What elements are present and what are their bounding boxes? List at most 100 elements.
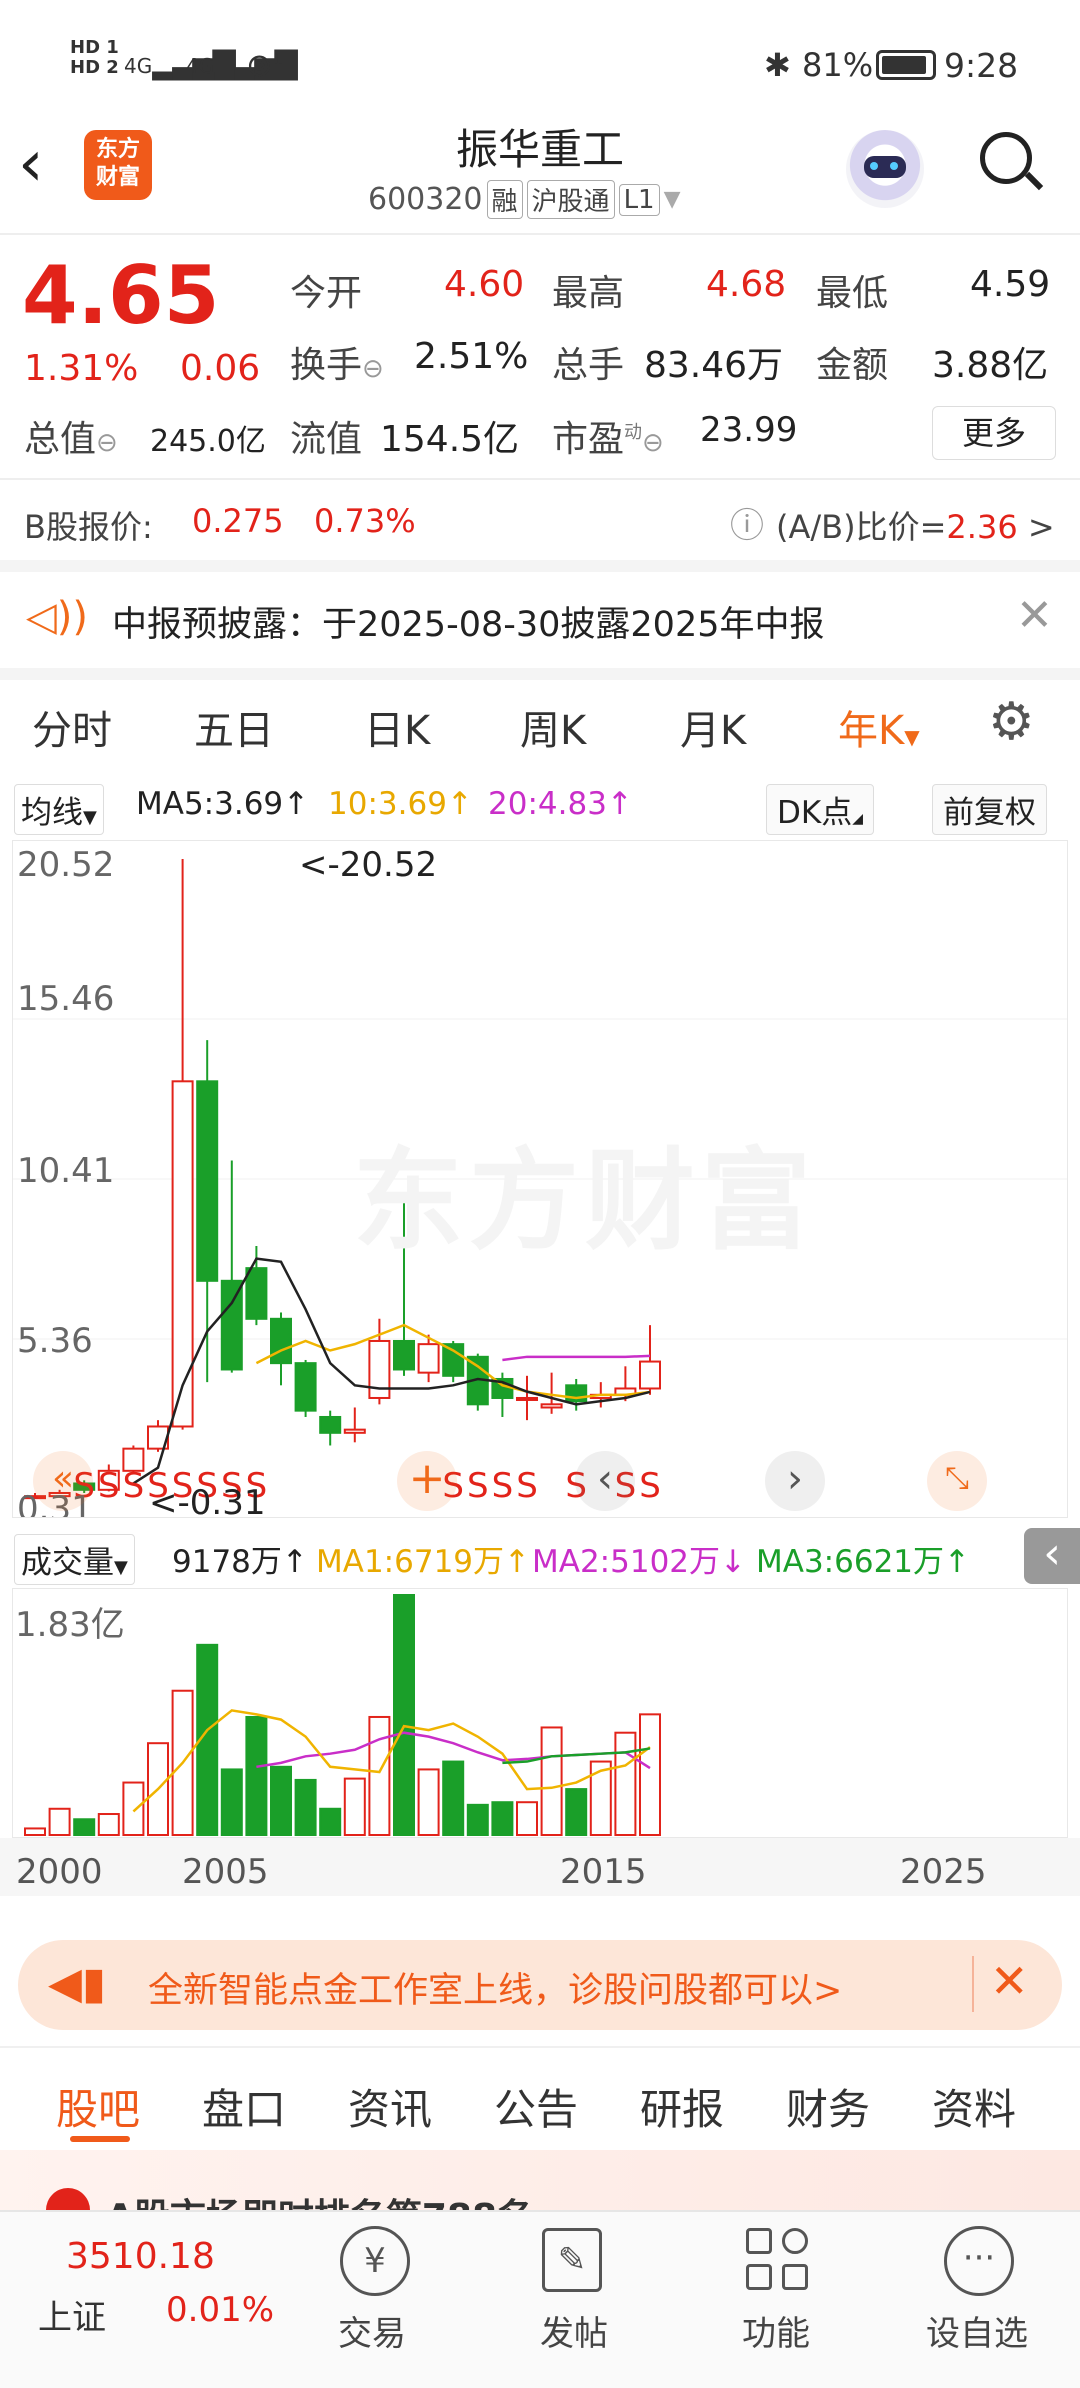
x-tick: 2025	[900, 1852, 987, 1892]
tab-yearly-k[interactable]: 年K▼	[838, 698, 920, 756]
volume-bar	[589, 1760, 612, 1836]
edit-icon[interactable]: ✎	[542, 2228, 602, 2292]
tab-five-day[interactable]: 五日	[194, 698, 274, 756]
tab-announcements[interactable]: 公告	[494, 2076, 578, 2137]
zoom-in-icon[interactable]: +	[397, 1451, 457, 1511]
tab-orderbook[interactable]: 盘口	[202, 2076, 286, 2137]
volume-bar	[393, 1594, 415, 1836]
robot-assistant-icon[interactable]	[846, 130, 924, 208]
chevron-left-icon[interactable]: ‹	[575, 1451, 635, 1511]
mktcap-value: 245.0亿	[150, 424, 266, 459]
float-value: 154.5亿	[380, 419, 520, 460]
trade-icon[interactable]: ¥	[340, 2226, 410, 2296]
x-axis: 2000 2005 2015 2025	[0, 1838, 1080, 1896]
high-label: 最高	[552, 273, 625, 314]
bshare-pct: 0.73%	[314, 502, 416, 540]
volume-bar	[491, 1801, 514, 1837]
grid-icon[interactable]	[746, 2228, 812, 2294]
volume-bar	[294, 1778, 317, 1836]
adjust-toggle[interactable]: 前复权	[932, 784, 1047, 835]
low-value: 4.59	[970, 264, 1051, 305]
candle-body	[417, 1343, 440, 1374]
tab-monthly-k[interactable]: 月K	[680, 698, 746, 756]
promo-banner[interactable]: ◀▮ 全新智能点金工作室上线，诊股问股都可以> ✕	[18, 1940, 1062, 2030]
low-label: 最低	[816, 273, 889, 314]
chevron-right-icon[interactable]: ›	[765, 1451, 825, 1511]
kline-chart[interactable]: SSSSSSSSSSSSSSS 东方财富 20.52 15.46 10.41 5…	[12, 840, 1068, 1518]
collapse-panel-button[interactable]: ‹	[1024, 1528, 1080, 1584]
volume-bar	[24, 1827, 46, 1837]
float-label: 流值	[290, 419, 363, 460]
watchlist-label[interactable]: 设自选	[926, 2306, 1028, 2355]
stock-code: 600320	[368, 182, 483, 217]
tab-research[interactable]: 研报	[640, 2076, 724, 2137]
info-icon[interactable]: ⊖	[642, 428, 664, 458]
ranking-peek[interactable]: A股市场即时排名第788名	[0, 2150, 1080, 2210]
tab-financials[interactable]: 财务	[786, 2076, 870, 2137]
sell-signal: S	[98, 1466, 120, 1506]
volume-toggle[interactable]: 成交量▼	[14, 1534, 135, 1585]
expand-icon[interactable]: ⤡	[927, 1451, 987, 1511]
ma10-value: 10:3.69↑	[328, 786, 473, 822]
ab-ratio[interactable]: (A/B)比价=2.36 >	[776, 502, 1055, 548]
function-label[interactable]: 功能	[742, 2306, 810, 2355]
last-price: 4.65	[22, 249, 220, 342]
close-icon[interactable]: ✕	[990, 1954, 1029, 2008]
info-icon[interactable]: ⊖	[96, 428, 118, 458]
tab-intraday[interactable]: 分时	[32, 698, 112, 756]
index-value[interactable]: 3510.18	[66, 2236, 215, 2277]
badge-level[interactable]: L1	[618, 183, 660, 216]
gear-icon[interactable]: ⚙	[988, 692, 1035, 752]
tab-news[interactable]: 资讯	[348, 2076, 432, 2137]
more-dots-icon[interactable]: ···	[944, 2226, 1014, 2296]
amount-value: 3.88亿	[932, 345, 1049, 386]
section-gap	[0, 560, 1080, 572]
ma-legend: 均线▼ MA5:3.69↑ 10:3.69↑ 20:4.83↑ DK点◢ 前复权	[0, 776, 1080, 836]
ma-toggle[interactable]: 均线▼	[14, 784, 104, 835]
more-button[interactable]: 更多	[932, 406, 1056, 460]
close-icon[interactable]: ✕	[1016, 590, 1053, 641]
tab-weekly-k[interactable]: 周K	[520, 698, 586, 756]
bshare-price: 0.275	[192, 502, 284, 540]
notice-bar[interactable]: ◁)) 中报预披露：于2025-08-30披露2025年中报 ✕	[0, 572, 1080, 668]
trade-label[interactable]: 交易	[338, 2306, 406, 2355]
sell-signal: S	[492, 1466, 514, 1506]
battery-percent: 81%	[802, 46, 874, 84]
ma20-line	[502, 1354, 651, 1362]
volume-chart[interactable]: 1.83亿	[12, 1588, 1068, 1838]
help-icon[interactable]: ⓘ	[730, 498, 764, 547]
badge-margin: 融	[486, 180, 523, 219]
sell-signal: S	[516, 1466, 538, 1506]
megaphone-icon: ◀▮	[48, 1958, 107, 2009]
tab-daily-k[interactable]: 日K	[364, 698, 430, 756]
candle-body	[294, 1362, 317, 1412]
min-price-marker: <-0.31	[149, 1483, 266, 1518]
volume-bar	[343, 1777, 366, 1836]
volume-svg	[24, 1594, 661, 1837]
info-icon[interactable]: ⊖	[362, 354, 384, 384]
x-tick: 2015	[560, 1852, 647, 1892]
rewind-icon[interactable]: «	[33, 1451, 93, 1511]
bluetooth-icon: ✱	[764, 46, 791, 84]
tab-profile[interactable]: 资料	[932, 2076, 1016, 2137]
candle-body	[393, 1339, 415, 1371]
price-tick: 15.46	[17, 979, 115, 1019]
tab-forum[interactable]: 股吧	[56, 2076, 140, 2137]
chevron-down-icon[interactable]: ▼	[664, 187, 681, 212]
amount-label: 金额	[816, 345, 889, 386]
ma5-value: MA5:3.69↑	[136, 786, 310, 822]
volume-bar	[442, 1760, 465, 1836]
candle-body	[319, 1415, 342, 1434]
candle-body	[540, 1403, 563, 1409]
post-label[interactable]: 发帖	[540, 2306, 608, 2355]
volume-bar	[245, 1715, 268, 1836]
volume-bar	[73, 1818, 96, 1837]
volume-bar	[516, 1801, 538, 1837]
promo-text: 全新智能点金工作室上线，诊股问股都可以>	[148, 1971, 843, 2011]
search-icon[interactable]	[980, 132, 1044, 192]
sell-signal: S	[123, 1466, 145, 1506]
open-value: 4.60	[444, 264, 525, 305]
volume-bar	[220, 1768, 243, 1836]
mktcap-label: 总值⊖	[24, 419, 118, 460]
dk-point-toggle[interactable]: DK点◢	[766, 784, 874, 835]
